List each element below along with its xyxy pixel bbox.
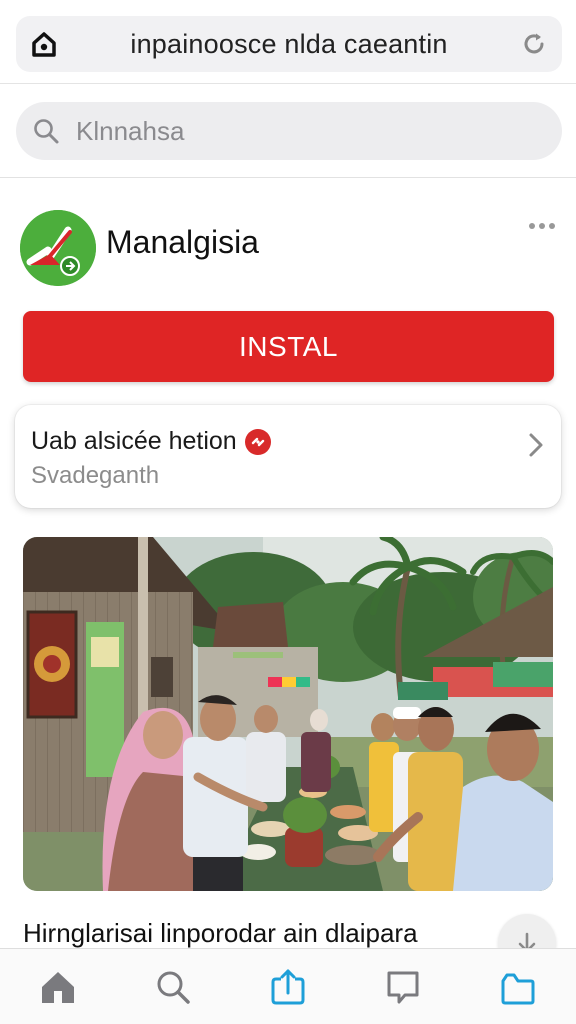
search-input[interactable]	[76, 115, 562, 147]
chat-icon[interactable]	[368, 952, 438, 1022]
info-subtitle: Svadeganth	[31, 462, 160, 489]
address-url[interactable]: inpainoosce nlda caeantin	[72, 29, 506, 60]
address-bar[interactable]: inpainoosce nlda caeantin	[16, 16, 562, 72]
info-card[interactable]: Uab alsicée hetion Svadeganth	[15, 405, 561, 508]
app-header: Manalgisia	[0, 200, 576, 300]
search-bar[interactable]	[16, 102, 562, 160]
share-icon[interactable]	[253, 952, 323, 1022]
app-name: Manalgisia	[106, 224, 259, 260]
browser-toolbar: inpainoosce nlda caeantin	[0, 0, 576, 84]
bottom-nav	[0, 948, 576, 1024]
app-store-page: inpainoosce nlda caeantin Klnnahsa Manal…	[0, 0, 576, 1024]
checkmark-logo-icon	[20, 210, 96, 286]
info-title: Uab alsicée hetion	[31, 427, 237, 455]
info-badge-icon	[244, 428, 271, 455]
install-button[interactable]: INSTAL	[23, 311, 554, 382]
reload-icon[interactable]	[506, 16, 562, 72]
folder-icon[interactable]	[483, 952, 553, 1022]
search-icon	[16, 117, 76, 145]
search-section	[0, 84, 576, 178]
info-title-row: Uab alsicée hetion	[31, 427, 271, 456]
home-icon[interactable]	[23, 952, 93, 1022]
search-icon[interactable]	[138, 952, 208, 1022]
market-gathering-photo[interactable]	[23, 537, 553, 891]
chevron-right-icon	[519, 429, 551, 461]
lock-icon	[16, 16, 72, 72]
more-dots-icon[interactable]	[522, 214, 562, 238]
